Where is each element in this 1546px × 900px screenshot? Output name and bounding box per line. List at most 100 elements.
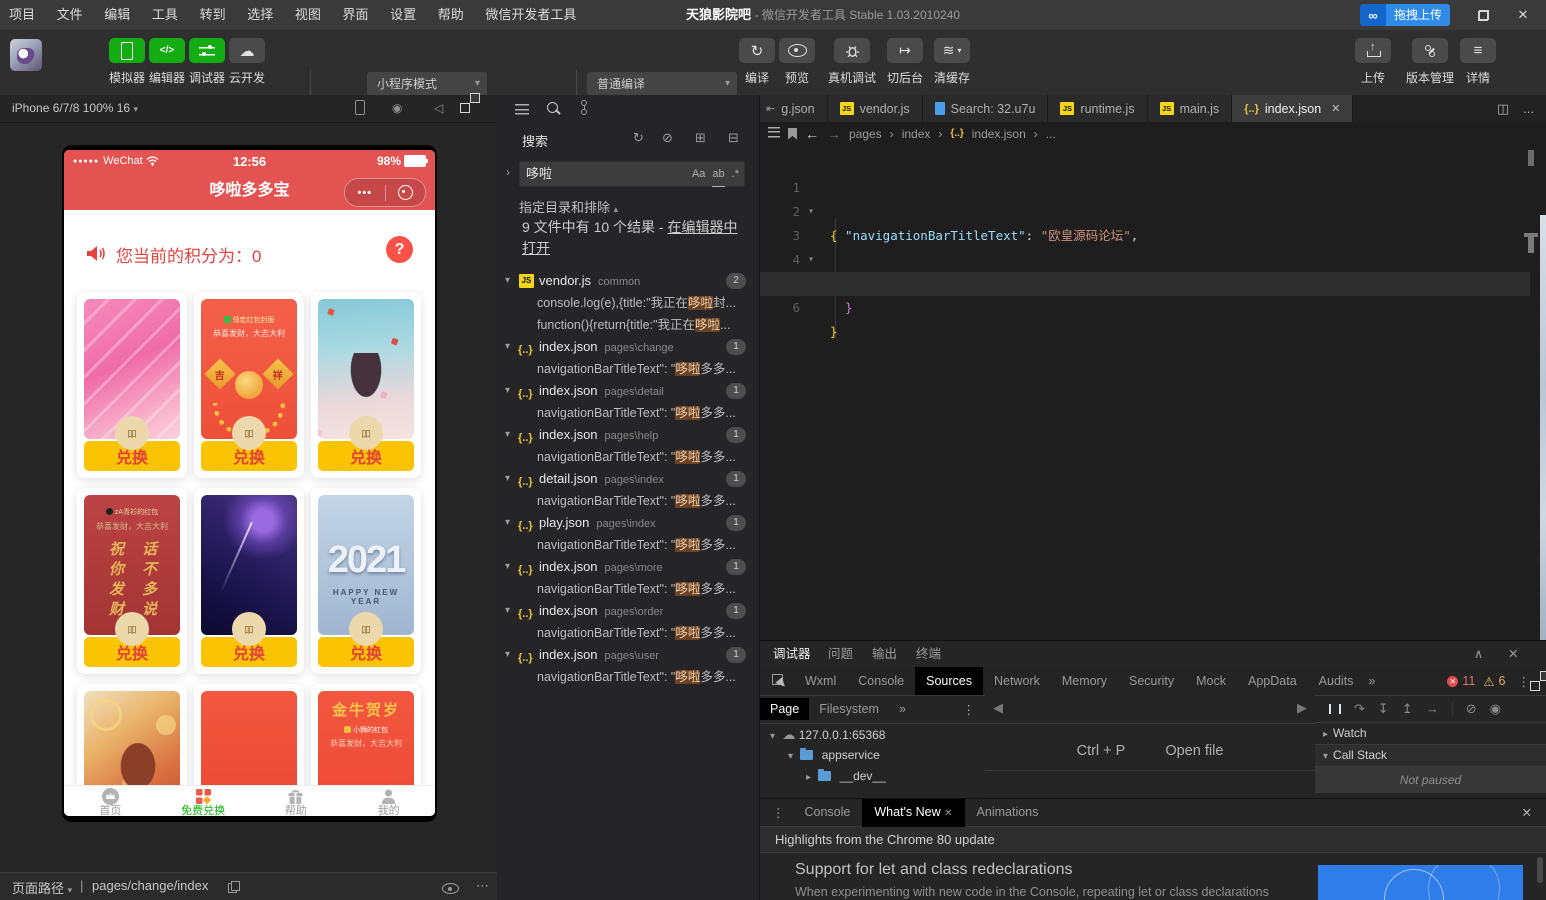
- tab-free-exchange[interactable]: 免费兑换: [157, 786, 250, 816]
- tab-vendor-js[interactable]: JS vendor.js: [827, 95, 923, 122]
- tab-mine[interactable]: 我的: [342, 786, 435, 816]
- collapse-panel-icon[interactable]: ∧: [1474, 641, 1483, 667]
- menu-select[interactable]: 选择: [238, 0, 282, 30]
- tab-search-editor[interactable]: Search: 32.u7u: [922, 95, 1049, 122]
- split-editor-icon[interactable]: ◫: [1497, 101, 1509, 117]
- rotate-device-icon[interactable]: [355, 100, 365, 118]
- drag-upload-button[interactable]: ∞ 拖拽上传: [1360, 4, 1451, 26]
- result-match-row[interactable]: navigationBarTitleText": "哆啦多多...: [497, 446, 800, 468]
- devtools-tab-console[interactable]: Console: [847, 667, 915, 695]
- mode-select[interactable]: 小程序模式 ▾: [367, 72, 487, 96]
- tab-main-js[interactable]: JS main.js: [1147, 95, 1233, 122]
- page-path-select[interactable]: 页面路径 ▾: [12, 878, 72, 897]
- user-avatar[interactable]: [10, 39, 42, 71]
- result-match-row[interactable]: navigationBarTitleText": "哆啦多多...: [497, 490, 800, 512]
- devtools-menu-icon[interactable]: ⋮: [1518, 674, 1531, 689]
- forward-icon[interactable]: →: [827, 126, 841, 142]
- close-panel-icon[interactable]: ✕: [1508, 641, 1518, 667]
- menu-goto[interactable]: 转到: [191, 0, 235, 30]
- deactivate-breakpoints-icon[interactable]: ⊘: [1466, 701, 1477, 717]
- file-list-icon[interactable]: [515, 103, 529, 118]
- result-match-row[interactable]: navigationBarTitleText": "哆啦多多...: [497, 622, 800, 644]
- tab-output[interactable]: 输出: [872, 641, 897, 667]
- step-icon[interactable]: →: [1426, 701, 1439, 716]
- clear-results-icon[interactable]: ⊘: [662, 130, 673, 146]
- navigator-menu-icon[interactable]: ⋮: [953, 698, 986, 721]
- close-tab-icon[interactable]: ✕: [944, 808, 952, 819]
- result-file-row[interactable]: ▾ {..} index.json pages\more 1: [497, 556, 760, 578]
- devtools-tab-sources[interactable]: Sources: [915, 667, 983, 695]
- search-input[interactable]: 哆啦 Aa ab .*: [519, 161, 745, 187]
- restore-window-button[interactable]: [1466, 0, 1500, 30]
- step-into-icon[interactable]: ↧: [1378, 701, 1389, 717]
- devtools-tab-memory[interactable]: Memory: [1051, 667, 1118, 695]
- preview-button[interactable]: 预览: [771, 38, 823, 86]
- window-edge-scrollbar[interactable]: [1540, 215, 1546, 643]
- tree-folder-row[interactable]: ▾ appservice: [760, 745, 985, 766]
- tab-help[interactable]: 帮助: [250, 786, 343, 816]
- result-file-row[interactable]: ▾ {..} play.json pages\index 1: [497, 512, 760, 534]
- help-button[interactable]: ?: [386, 236, 413, 263]
- drawer-tab-console[interactable]: Console: [793, 799, 863, 826]
- devtools-tab-mock[interactable]: Mock: [1185, 667, 1237, 695]
- result-file-row[interactable]: ▾ {..} index.json pages\user 1: [497, 644, 760, 666]
- call-stack-section[interactable]: ▾ Call Stack: [1315, 745, 1546, 767]
- devtools-tab-wxml[interactable]: Wxml: [794, 667, 847, 695]
- search-dir-toggle[interactable]: 指定目录和排除 ▴: [519, 197, 618, 216]
- close-tab-icon[interactable]: ✕: [1331, 102, 1340, 115]
- navigator-more-icon[interactable]: »: [889, 698, 916, 720]
- result-match-row[interactable]: navigationBarTitleText": "哆啦多多...: [497, 578, 800, 600]
- menu-tools[interactable]: 工具: [143, 0, 187, 30]
- more-tabs-icon[interactable]: »: [1364, 667, 1379, 695]
- inspect-element-icon[interactable]: [772, 674, 786, 688]
- article-thumbnail[interactable]: [1318, 865, 1523, 900]
- tab-home[interactable]: 首页: [64, 786, 157, 816]
- menu-project[interactable]: 项目: [0, 0, 44, 30]
- devtools-tab-network[interactable]: Network: [983, 667, 1051, 695]
- drawer-tab-animations[interactable]: Animations: [965, 799, 1051, 826]
- tree-folder-row[interactable]: ▸ __dev__: [760, 766, 985, 787]
- hide-navigator-icon[interactable]: ◀: [993, 700, 1003, 716]
- remote-debug-button[interactable]: 真机调试: [826, 38, 878, 86]
- tab-index-json[interactable]: {..} index.json ✕: [1232, 95, 1354, 122]
- result-file-row[interactable]: ▾ {..} index.json pages\order 1: [497, 600, 760, 622]
- devtools-tab-appdata[interactable]: AppData: [1237, 667, 1308, 695]
- close-window-button[interactable]: ✕: [1506, 0, 1540, 30]
- device-select[interactable]: iPhone 6/7/8 100% 16 ▾: [12, 101, 138, 115]
- outline-icon[interactable]: [768, 126, 780, 141]
- breadcrumb-pages[interactable]: pages: [849, 127, 882, 141]
- copy-path-icon[interactable]: [228, 881, 240, 896]
- more-options-icon[interactable]: ⋯: [476, 878, 489, 894]
- tree-host-row[interactable]: ▾ ☁ 127.0.0.1:65368: [760, 724, 985, 745]
- switch-background-button[interactable]: ↦ 切后台: [879, 38, 931, 86]
- source-control-icon[interactable]: [581, 100, 593, 118]
- upload-button[interactable]: 上传: [1347, 38, 1399, 86]
- close-drawer-icon[interactable]: ✕: [1522, 805, 1546, 820]
- expand-search-icon[interactable]: ›: [506, 165, 510, 179]
- result-file-row[interactable]: ▾ {..} index.json pages\help 1: [497, 424, 760, 446]
- tab-g-json[interactable]: ⇤ g.json: [760, 95, 828, 122]
- result-file-row[interactable]: ▾ {..} index.json pages\detail 1: [497, 380, 760, 402]
- menu-file[interactable]: 文件: [48, 0, 92, 30]
- drawer-scrollbar[interactable]: [1537, 857, 1543, 883]
- tab-terminal[interactable]: 终端: [916, 641, 941, 667]
- tab-problems[interactable]: 问题: [828, 641, 853, 667]
- result-file-row[interactable]: ▾ JS vendor.js common 2: [497, 270, 760, 292]
- collapse-all-icon[interactable]: ⊟: [728, 130, 739, 146]
- drawer-menu-icon[interactable]: ⋮: [760, 805, 793, 820]
- result-match-row[interactable]: navigationBarTitleText": "哆啦多多...: [497, 534, 800, 556]
- regex-toggle[interactable]: .*: [732, 162, 739, 187]
- tab-debugger[interactable]: 调试器: [773, 641, 811, 669]
- result-file-row[interactable]: ▾ {..} index.json pages\change 1: [497, 336, 760, 358]
- result-match-row[interactable]: console.log(e),{title:"我正在哆啦封...: [497, 292, 800, 314]
- detail-button[interactable]: ≡ 详情: [1452, 38, 1504, 86]
- step-out-icon[interactable]: ↥: [1402, 701, 1413, 717]
- pause-script-icon[interactable]: [1329, 703, 1341, 714]
- menu-view[interactable]: 视图: [286, 0, 330, 30]
- match-case-toggle[interactable]: Aa: [692, 162, 705, 187]
- visibility-icon[interactable]: [442, 882, 459, 897]
- devtools-tab-audits[interactable]: Audits: [1308, 667, 1365, 695]
- breadcrumb-symbol[interactable]: ...: [1046, 127, 1056, 141]
- open-search-editor-icon[interactable]: ⊞: [695, 130, 706, 146]
- article-title[interactable]: Support for let and class redeclarations: [795, 861, 1072, 879]
